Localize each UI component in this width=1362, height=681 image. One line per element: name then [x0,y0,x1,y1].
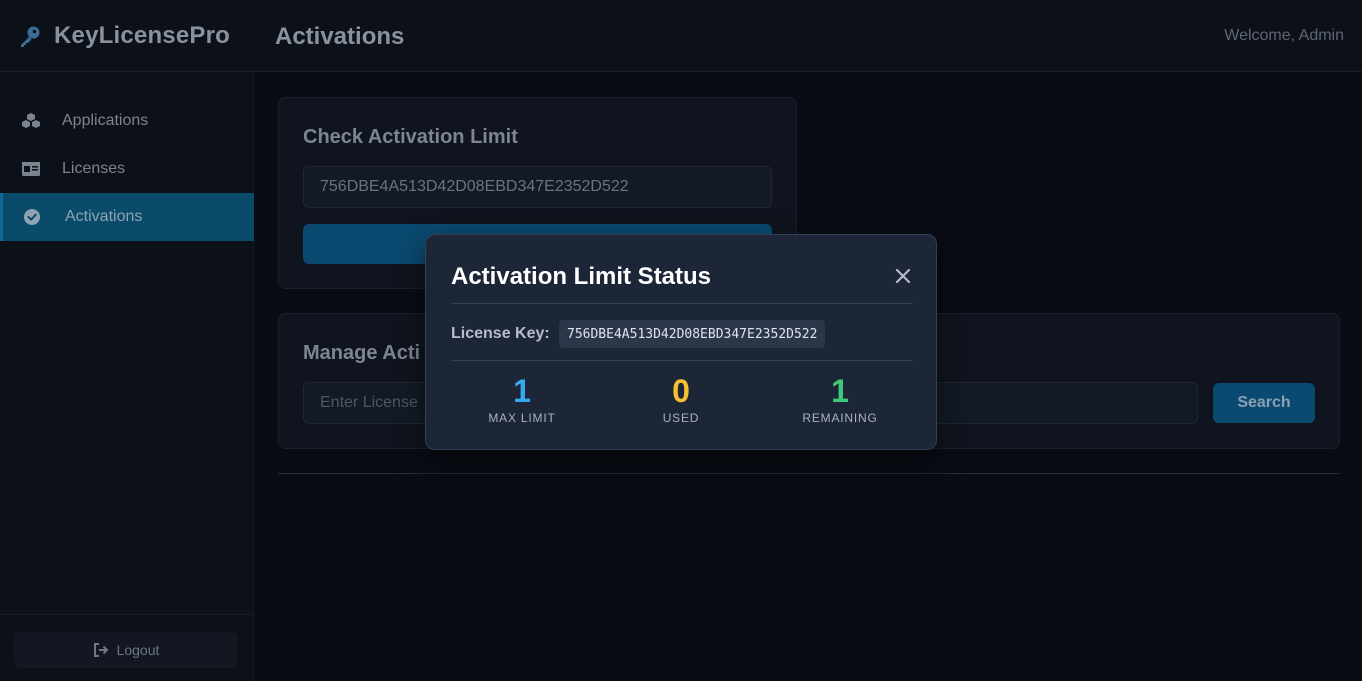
modal-divider [451,360,913,361]
sidebar-item-label: Licenses [62,160,126,177]
stat-value: 1 [831,373,849,409]
license-key-value: 756DBE4A513D42D08EBD347E2352D522 [559,320,826,348]
sidebar-footer: Logout [0,614,254,668]
card-title: Manage Acti [303,342,421,364]
id-card-icon [22,162,40,176]
license-key-input[interactable]: 756DBE4A513D42D08EBD347E2352D522 [303,166,772,208]
search-button[interactable]: Search [1213,383,1315,423]
sidebar-item-licenses[interactable]: Licenses [0,145,254,193]
card-title: Check Activation Limit [303,126,518,148]
sidebar-item-applications[interactable]: Applications [0,97,254,145]
sidebar-item-label: Applications [62,112,149,129]
check-circle-icon [24,209,40,225]
section-divider [278,473,1340,474]
stat-value: 1 [513,373,531,409]
page-title: Activations [275,23,405,50]
logout-button[interactable]: Logout [14,632,238,668]
sidebar-item-label: Activations [65,208,143,225]
stat-remaining: 1 REMAINING [765,373,915,425]
sidebar-item-activations[interactable]: Activations [0,193,254,241]
welcome-text: Welcome, Admin [1224,27,1344,44]
sign-out-icon [93,643,108,657]
stat-used: 0 USED [606,373,756,425]
stat-label: USED [662,411,700,425]
brand[interactable]: KeyLicensePro [18,22,230,50]
stat-value: 0 [672,373,690,409]
stat-max-limit: 1 MAX LIMIT [447,373,597,425]
stat-label: MAX LIMIT [488,411,556,425]
modal-title: Activation Limit Status [451,263,712,290]
app-header: KeyLicensePro Activations Welcome, Admin [0,0,1362,72]
stat-label: REMAINING [802,411,878,425]
close-icon[interactable] [892,265,914,287]
activation-limit-modal: Activation Limit Status License Key: 756… [425,234,937,450]
sidebar: Applications Licenses Activations Logout [0,73,254,681]
key-icon [21,26,40,47]
brand-name: KeyLicensePro [54,22,231,49]
cubes-icon [22,113,40,128]
license-key-label: License Key: [451,325,550,342]
modal-divider [451,303,913,304]
logout-label: Logout [116,642,160,658]
